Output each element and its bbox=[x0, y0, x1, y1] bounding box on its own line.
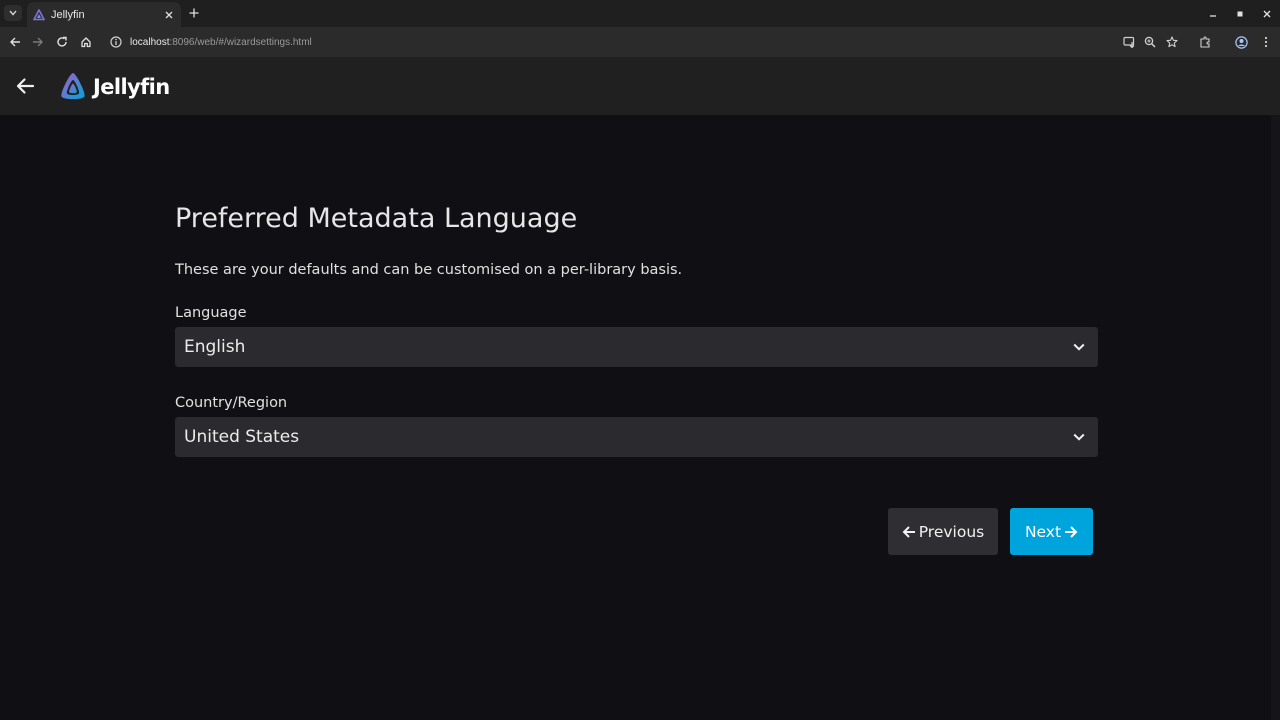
minimize-icon[interactable] bbox=[1199, 0, 1226, 27]
previous-button[interactable]: Previous bbox=[888, 508, 998, 555]
browser-menu-icon[interactable] bbox=[1258, 34, 1274, 50]
extensions-icon[interactable] bbox=[1197, 34, 1213, 50]
install-app-icon[interactable] bbox=[1121, 34, 1137, 50]
url-host: localhost bbox=[130, 36, 170, 48]
language-label: Language bbox=[175, 305, 247, 321]
chevron-down-icon bbox=[1071, 339, 1087, 355]
country-region-label: Country/Region bbox=[175, 395, 288, 411]
window-controls bbox=[1199, 0, 1280, 27]
close-window-icon[interactable] bbox=[1253, 0, 1280, 27]
tab-list-chevron-icon[interactable] bbox=[4, 5, 22, 21]
jellyfin-favicon-icon bbox=[33, 8, 45, 21]
language-select[interactable]: English bbox=[175, 327, 1098, 367]
chevron-down-icon bbox=[1071, 429, 1087, 445]
bookmark-star-icon[interactable] bbox=[1164, 34, 1180, 50]
browser-toolbar: localhost:8096/web/#/wizardsettings.html bbox=[0, 27, 1280, 57]
country-region-select-value: United States bbox=[184, 427, 300, 447]
url-path: :8096/web/#/wizardsettings.html bbox=[169, 36, 312, 48]
jellyfin-logo[interactable]: Jellyfin bbox=[57, 71, 170, 103]
address-bar[interactable]: localhost:8096/web/#/wizardsettings.html bbox=[104, 30, 1194, 54]
back-arrow-icon[interactable] bbox=[14, 75, 36, 97]
browser-tab[interactable]: Jellyfin bbox=[27, 2, 181, 27]
arrow-left-icon bbox=[902, 525, 916, 539]
browser-back-icon[interactable] bbox=[6, 33, 24, 51]
profile-icon[interactable] bbox=[1233, 34, 1249, 50]
country-region-select[interactable]: United States bbox=[175, 417, 1098, 457]
next-button-label: Next bbox=[1024, 522, 1062, 541]
logo-text: Jellyfin bbox=[93, 75, 170, 99]
browser-forward-icon[interactable] bbox=[29, 33, 47, 51]
close-tab-icon[interactable] bbox=[163, 9, 175, 21]
arrow-right-icon bbox=[1064, 525, 1078, 539]
browser-tab-strip: Jellyfin bbox=[0, 0, 1280, 27]
next-button[interactable]: Next bbox=[1010, 508, 1093, 555]
home-icon[interactable] bbox=[77, 33, 95, 51]
previous-button-label: Previous bbox=[918, 522, 985, 541]
site-info-icon[interactable] bbox=[110, 36, 122, 48]
page-scrollbar[interactable] bbox=[1271, 115, 1280, 720]
maximize-icon[interactable] bbox=[1226, 0, 1253, 27]
page-description: These are your defaults and can be custo… bbox=[175, 262, 683, 278]
zoom-icon[interactable] bbox=[1142, 34, 1158, 50]
reload-icon[interactable] bbox=[53, 33, 71, 51]
language-select-value: English bbox=[184, 337, 246, 357]
page-title: Preferred Metadata Language bbox=[175, 203, 578, 234]
app-header: Jellyfin bbox=[0, 57, 1280, 115]
new-tab-plus-icon[interactable] bbox=[187, 6, 201, 20]
tab-title: Jellyfin bbox=[51, 8, 85, 21]
jellyfin-logo-icon bbox=[61, 73, 85, 100]
